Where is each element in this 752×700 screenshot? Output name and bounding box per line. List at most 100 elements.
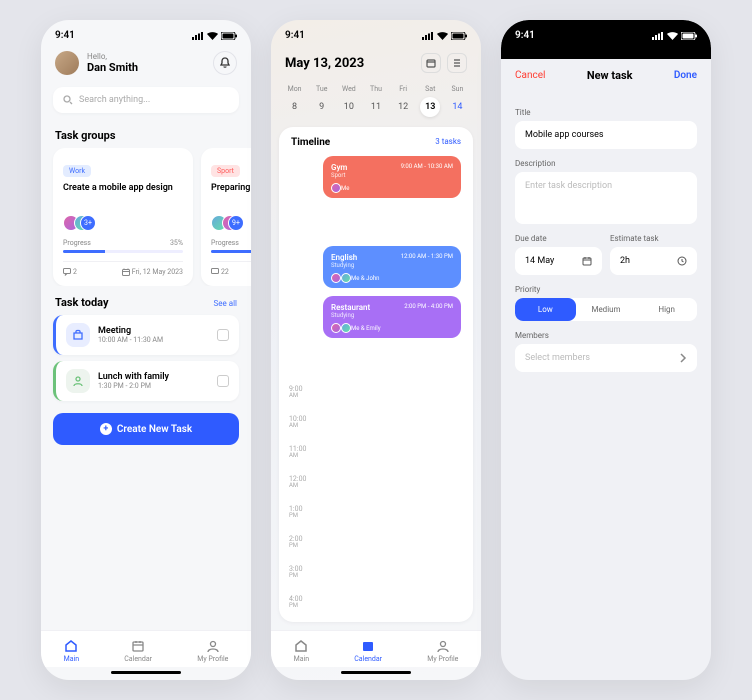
est-label: Estimate task xyxy=(610,234,697,243)
members-label: Members xyxy=(515,331,697,340)
cancel-button[interactable]: Cancel xyxy=(515,70,545,81)
event-restaurant[interactable]: Restaurant Studying 2:00 PM - 4:00 PM Me… xyxy=(323,296,461,338)
status-bar: 9:41 xyxy=(41,20,251,45)
day[interactable]: Sun14 xyxy=(444,85,471,117)
calendar-screen: 9:41 May 13, 2023 Mon8 Tue9 Wed10 Thu11 … xyxy=(271,20,481,680)
task-time: 10:00 AM - 11:30 AM xyxy=(98,336,209,344)
hour-label: 3:00PM xyxy=(289,566,303,579)
nav-main[interactable]: Main xyxy=(294,639,310,663)
hour-label: 1:00PM xyxy=(289,506,303,519)
week-strip[interactable]: Mon8 Tue9 Wed10 Thu11 Fri12 Sat13 Sun14 xyxy=(271,81,481,127)
nav-profile[interactable]: My Profile xyxy=(427,639,458,663)
progress-pct: 35% xyxy=(170,239,183,247)
hour-label: 11:00AM xyxy=(289,446,306,459)
day[interactable]: Mon8 xyxy=(281,85,308,117)
hour-label: 2:00PM xyxy=(289,536,303,549)
priority-medium[interactable]: Medium xyxy=(576,298,637,321)
timeline-panel: Timeline 3 tasks Gym Sport 9:00 AM - 10:… xyxy=(279,127,473,622)
priority-low[interactable]: Low xyxy=(515,298,576,321)
bell-icon xyxy=(219,57,231,69)
title-input[interactable]: Mobile app courses xyxy=(515,121,697,149)
timeline-events[interactable]: Gym Sport 9:00 AM - 10:30 AM Me English … xyxy=(323,156,463,386)
person-icon xyxy=(66,369,90,393)
battery-icon xyxy=(221,32,237,40)
nav-calendar[interactable]: Calendar xyxy=(124,639,152,663)
task-group-card[interactable]: Work Create a mobile app design 3+ Progr… xyxy=(53,148,193,286)
priority-label: Priority xyxy=(515,285,697,294)
card-date: Fri, 12 May 2023 xyxy=(122,268,183,276)
estimate-input[interactable]: 2h xyxy=(610,247,697,275)
due-date-input[interactable]: 14 May xyxy=(515,247,602,275)
new-task-screen: 9:41 Cancel New task Done Title Mobile a… xyxy=(501,20,711,680)
done-button[interactable]: Done xyxy=(674,70,697,81)
chevron-right-icon xyxy=(679,353,687,363)
members-select[interactable]: Select members xyxy=(515,344,697,372)
calendar-icon xyxy=(582,256,592,266)
priority-segment[interactable]: Low Medium Hign xyxy=(515,298,697,321)
task-name: Meeting xyxy=(98,326,209,336)
timeline-title: Timeline xyxy=(291,137,330,148)
modal-title: New task xyxy=(587,69,633,82)
task-count[interactable]: 3 tasks xyxy=(435,137,461,148)
day-active[interactable]: Sat13 xyxy=(417,85,444,117)
task-checkbox[interactable] xyxy=(217,375,229,387)
day[interactable]: Thu11 xyxy=(362,85,389,117)
create-task-button[interactable]: + Create New Task xyxy=(53,413,239,445)
status-icons xyxy=(192,32,237,40)
avatar-badge: 3+ xyxy=(80,215,96,231)
date-title: May 13, 2023 xyxy=(285,56,364,71)
see-all-link[interactable]: See all xyxy=(214,299,237,308)
priority-high[interactable]: Hign xyxy=(636,298,697,321)
task-today-title: Task today xyxy=(55,296,108,309)
day[interactable]: Fri12 xyxy=(390,85,417,117)
notifications-button[interactable] xyxy=(213,51,237,75)
hour-label: 10:00AM xyxy=(289,416,306,429)
home-indicator xyxy=(111,671,181,674)
modal-header: Cancel New task Done xyxy=(501,59,711,92)
event-english[interactable]: English Studying 12:00 AM - 1:30 PM Me &… xyxy=(323,246,461,288)
progress-bar xyxy=(63,250,183,253)
search-input[interactable]: Search anything... xyxy=(53,87,239,113)
username: Dan Smith xyxy=(87,61,138,74)
signal-icon xyxy=(192,32,204,40)
task-item[interactable]: Meeting10:00 AM - 11:30 AM xyxy=(53,315,239,355)
card-avatars: 3+ xyxy=(63,215,183,231)
progress-label: Progress xyxy=(63,239,91,247)
list-view-button[interactable] xyxy=(447,53,467,73)
status-time: 9:41 xyxy=(55,30,75,41)
home-screen: 9:41 Hello, Dan Smith Search anything...… xyxy=(41,20,251,680)
day[interactable]: Tue9 xyxy=(308,85,335,117)
task-group-card[interactable]: Sport Preparing for footb match 9+ Progr… xyxy=(201,148,251,286)
task-groups-title: Task groups xyxy=(41,119,251,148)
desc-label: Description xyxy=(515,159,697,168)
search-icon xyxy=(63,95,73,105)
day[interactable]: Wed10 xyxy=(335,85,362,117)
card-title: Create a mobile app design xyxy=(63,183,183,207)
hello-label: Hello, xyxy=(87,52,138,61)
due-label: Due date xyxy=(515,234,602,243)
hour-label: 9:00AM xyxy=(289,386,303,399)
nav-profile[interactable]: My Profile xyxy=(197,639,228,663)
calendar-view-button[interactable] xyxy=(421,53,441,73)
nav-calendar[interactable]: Calendar xyxy=(354,639,382,663)
task-group-cards[interactable]: Work Create a mobile app design 3+ Progr… xyxy=(41,148,251,286)
nav-main[interactable]: Main xyxy=(64,639,80,663)
tag-work: Work xyxy=(63,165,91,177)
hour-label: 12:00AM xyxy=(289,476,306,489)
hour-label: 4:00PM xyxy=(289,596,303,609)
search-placeholder: Search anything... xyxy=(79,95,150,105)
tag-sport: Sport xyxy=(211,165,240,177)
desc-input[interactable]: Enter task description xyxy=(515,172,697,224)
clock-icon xyxy=(677,256,687,266)
user-header: Hello, Dan Smith xyxy=(41,45,251,81)
bottom-nav: Main Calendar My Profile xyxy=(41,630,251,667)
bag-icon xyxy=(66,323,90,347)
avatar-badge: 9+ xyxy=(228,215,244,231)
wifi-icon xyxy=(207,32,218,40)
task-checkbox[interactable] xyxy=(217,329,229,341)
task-item[interactable]: Lunch with family1:30 PM - 2:0 PM xyxy=(53,361,239,401)
event-gym[interactable]: Gym Sport 9:00 AM - 10:30 AM Me xyxy=(323,156,461,198)
avatar[interactable] xyxy=(55,51,79,75)
comments-count: 2 xyxy=(63,268,77,276)
plus-icon: + xyxy=(100,423,112,435)
